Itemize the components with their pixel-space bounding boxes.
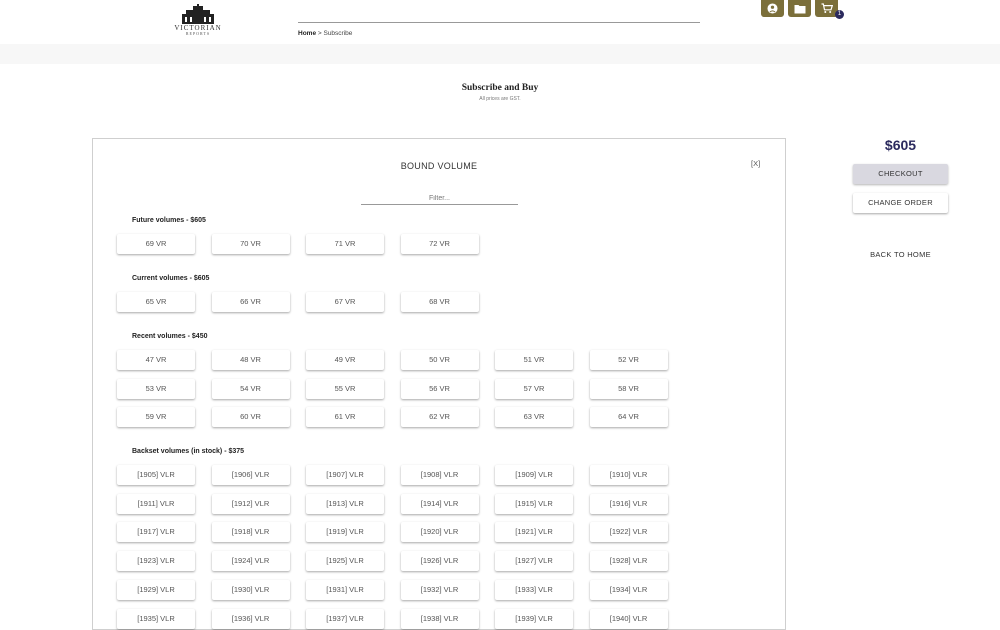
volume-button[interactable]: [1936] VLR — [211, 608, 290, 629]
volume-button[interactable]: [1926] VLR — [400, 551, 479, 572]
volume-button[interactable]: [1933] VLR — [495, 579, 573, 600]
volume-button[interactable]: 61 VR — [306, 407, 384, 428]
volume-button[interactable]: [1913] VLR — [306, 493, 384, 514]
folder-button[interactable] — [788, 0, 811, 17]
volume-button[interactable]: 51 VR — [495, 350, 573, 370]
volume-button[interactable]: 48 VR — [211, 350, 290, 370]
volume-button[interactable]: [1922] VLR — [589, 522, 668, 543]
volume-button[interactable]: [1906] VLR — [211, 465, 290, 485]
volume-button[interactable]: [1919] VLR — [306, 522, 384, 543]
volume-button[interactable]: 55 VR — [306, 378, 384, 399]
volume-button[interactable]: 50 VR — [400, 350, 479, 370]
volume-button[interactable]: 71 VR — [306, 234, 384, 254]
volume-button[interactable]: [1921] VLR — [495, 522, 573, 543]
cart-count-badge: 1 — [835, 10, 844, 19]
back-to-home-link[interactable]: BACK TO HOME — [853, 250, 948, 259]
folder-icon — [794, 4, 805, 13]
volume-button[interactable]: 68 VR — [400, 292, 479, 312]
volume-button[interactable]: [1916] VLR — [589, 493, 668, 514]
volume-button[interactable]: [1915] VLR — [495, 493, 573, 514]
section-heading: Recent volumes - $450 — [132, 333, 208, 340]
volume-button[interactable]: [1917] VLR — [117, 522, 195, 543]
checkout-button[interactable]: CHECKOUT — [853, 164, 948, 184]
volume-button[interactable]: 67 VR — [306, 292, 384, 312]
header-band — [0, 44, 1000, 64]
page-subtitle: All prices are GST. — [479, 96, 521, 102]
volume-button[interactable]: 64 VR — [589, 407, 668, 428]
order-total-price: $605 — [884, 137, 917, 153]
volume-button[interactable]: [1918] VLR — [211, 522, 290, 543]
volume-button[interactable]: 70 VR — [211, 234, 290, 254]
volume-button[interactable]: [1905] VLR — [117, 465, 195, 485]
volume-button[interactable]: [1914] VLR — [400, 493, 479, 514]
volume-button[interactable]: [1908] VLR — [400, 465, 479, 485]
bound-volume-panel: BOUND VOLUME [X] Future volumes - $605 69… — [92, 138, 786, 630]
volume-button[interactable]: [1938] VLR — [400, 608, 479, 629]
account-button[interactable] — [761, 0, 784, 17]
page-title: Subscribe and Buy — [461, 83, 539, 93]
section-heading: Future volumes - $605 — [132, 217, 206, 224]
volume-button[interactable]: [1934] VLR — [589, 579, 668, 600]
top-bar: VICTORIAN REPORTS Home > Subscribe 1 — [0, 0, 1000, 44]
volume-button[interactable]: [1939] VLR — [495, 608, 573, 629]
volume-button[interactable]: [1927] VLR — [495, 551, 573, 572]
close-button[interactable]: [X] — [751, 159, 760, 168]
change-order-button[interactable]: CHANGE ORDER — [853, 193, 948, 213]
volume-button[interactable]: [1925] VLR — [306, 551, 384, 572]
section-heading: Backset volumes (in stock) - $375 — [132, 448, 245, 455]
volume-button[interactable]: 56 VR — [400, 378, 479, 399]
volume-button[interactable]: [1930] VLR — [211, 579, 290, 600]
volume-button[interactable]: [1910] VLR — [589, 465, 668, 485]
volume-button[interactable]: [1911] VLR — [117, 493, 195, 514]
volume-button[interactable]: [1929] VLR — [117, 579, 195, 600]
volume-button[interactable]: 63 VR — [495, 407, 573, 428]
volume-button[interactable]: [1912] VLR — [211, 493, 290, 514]
volume-button[interactable]: [1907] VLR — [306, 465, 384, 485]
volume-button[interactable]: [1932] VLR — [400, 579, 479, 600]
volume-button[interactable]: [1940] VLR — [589, 608, 668, 629]
breadcrumb-home-link[interactable]: Home — [298, 30, 316, 37]
panel-title: BOUND VOLUME — [400, 161, 478, 171]
volume-button[interactable]: [1923] VLR — [117, 551, 195, 572]
filter-input[interactable] — [361, 192, 518, 205]
breadcrumb-current: Subscribe — [323, 30, 353, 37]
volume-button[interactable]: [1931] VLR — [306, 579, 384, 600]
volume-button[interactable]: 58 VR — [589, 378, 668, 399]
volume-button[interactable]: 53 VR — [117, 378, 195, 399]
volume-button[interactable]: 54 VR — [211, 378, 290, 399]
logo-subtext: REPORTS — [185, 31, 211, 36]
volume-button[interactable]: [1924] VLR — [211, 551, 290, 572]
section-heading: Current volumes - $605 — [132, 275, 210, 282]
volume-button[interactable]: 60 VR — [211, 407, 290, 428]
volume-button[interactable]: 72 VR — [400, 234, 479, 254]
volume-button[interactable]: 59 VR — [117, 407, 195, 428]
volume-button[interactable]: 57 VR — [495, 378, 573, 399]
logo[interactable]: VICTORIAN REPORTS — [170, 4, 226, 40]
volume-button[interactable]: 66 VR — [211, 292, 290, 312]
volume-button[interactable]: [1935] VLR — [117, 608, 195, 629]
account-icon — [767, 3, 778, 14]
volume-button[interactable]: 49 VR — [306, 350, 384, 370]
volume-button[interactable]: 47 VR — [117, 350, 195, 370]
volume-button[interactable]: [1928] VLR — [589, 551, 668, 572]
breadcrumb: Home > Subscribe — [298, 30, 352, 37]
volume-button[interactable]: 62 VR — [400, 407, 479, 428]
volume-button[interactable]: 65 VR — [117, 292, 195, 312]
volume-button[interactable]: [1937] VLR — [306, 608, 384, 629]
volume-button[interactable]: [1920] VLR — [400, 522, 479, 543]
header-divider — [298, 22, 700, 23]
cart-icon — [821, 3, 833, 13]
volume-button[interactable]: 52 VR — [589, 350, 668, 370]
volume-button[interactable]: [1909] VLR — [495, 465, 573, 485]
volume-button[interactable]: 69 VR — [117, 234, 195, 254]
building-logo-icon — [182, 4, 214, 24]
